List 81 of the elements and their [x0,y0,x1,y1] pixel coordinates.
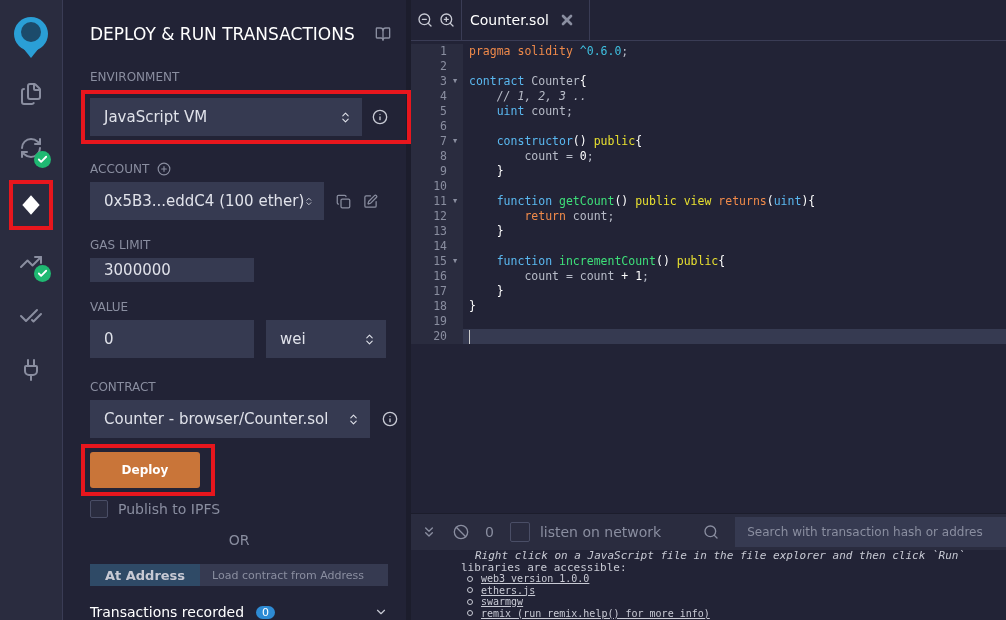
gas-limit-field[interactable]: 3000000 [90,258,254,283]
code-line: count = 0; [523,149,594,164]
line-number: 9 [439,164,447,179]
environment-select[interactable]: JavaScript VM [90,98,362,136]
file-tab[interactable]: Counter.sol [461,0,590,40]
line-number: 6 [439,119,447,134]
updown-icon [363,332,376,346]
updown-icon [339,110,352,124]
code-line: uint count; [495,104,573,119]
line-number: 11 [432,194,447,209]
value-field[interactable]: 0 [90,320,254,359]
code-line: constructor() public{ [495,134,643,149]
line-number: 7 [439,134,447,149]
zoom-in-icon[interactable] [439,12,455,28]
at-address-button[interactable]: At Address [90,564,200,586]
terminal-link[interactable]: web3 version 1.0.0 [481,573,590,585]
docs-icon[interactable] [374,26,391,42]
checkbox-label: Publish to IPFS [118,501,221,518]
line-number: 15 [432,254,447,269]
code-line: contract Counter{ [468,74,587,89]
checkbox[interactable] [509,522,530,542]
text-cursor [469,329,470,344]
line-number: 4 [439,89,447,104]
files-icon [19,82,43,106]
search-field[interactable]: Search with transaction hash or addres [735,517,1006,547]
terminal-link[interactable]: swarmgw [481,596,524,608]
clear-icon[interactable] [453,524,469,540]
code-line: return count; [523,209,615,224]
field-label: CONTRACT [90,380,156,395]
line-number: 13 [432,224,447,239]
tool-button[interactable] [9,180,53,230]
count-badge: 0 [256,605,276,619]
line-number: 19 [432,314,447,329]
line-number: 2 [439,59,447,74]
code-line: pragma solidity ^0.6.0; [468,44,629,59]
code-line: // 1, 2, 3 .. [495,89,587,104]
line-number: 14 [432,239,447,254]
terminal-link[interactable]: remix (run remix.help() for more info) [481,607,710,619]
code-line: } [495,284,504,299]
section-title[interactable]: Transactions recorded [90,604,245,620]
code-line: } [495,224,504,239]
checkbox[interactable] [90,500,108,519]
code-line: } [468,299,476,314]
line-number: 17 [432,284,447,299]
line-number: 1 [439,44,447,59]
unit-select[interactable]: wei [266,320,386,359]
or-text: OR [228,532,250,549]
line-number: 3 [439,74,447,89]
address-field[interactable]: Load contract from Address [200,564,388,586]
line-number: 18 [432,299,447,314]
contract-select[interactable]: Counter - browser/Counter.sol [90,400,370,439]
field-label: ACCOUNT [90,162,150,176]
account-select[interactable]: 0x5B3...eddC4 (100 ether) [90,182,324,220]
panel-title: DEPLOY & RUN TRANSACTIONS [90,24,355,44]
line-number: 10 [432,179,447,194]
line-number: 16 [432,269,447,284]
compile-icon [19,136,43,160]
info-icon[interactable] [382,411,398,428]
code-line: function incrementCount() public{ [495,254,726,269]
code-line: function getCount() public view returns(uint){ [495,194,816,209]
pending-count: 0 [485,524,494,540]
copy-icon[interactable] [336,193,351,209]
checkbox-label: listen on network [539,524,662,540]
line-number: 8 [439,149,447,164]
code-line: count = count + 1; [523,269,650,284]
updown-icon [347,412,360,426]
field-label: VALUE [90,300,129,315]
field-label: GAS LIMIT [90,238,151,252]
edit-icon[interactable] [363,193,378,209]
zoom-out-icon[interactable] [417,12,433,28]
line-number: 12 [432,209,447,224]
info-icon[interactable] [372,109,388,125]
line-number: 20 [432,329,447,344]
code-line: } [495,164,504,179]
line-number: 5 [439,104,447,119]
terminal-text: Right click on a JavaScript file in the file explorer and then click `Run` [474,550,967,562]
terminal-link[interactable]: ethers.js [481,584,536,596]
field-label: ENVIRONMENT [90,70,180,84]
search-icon[interactable] [703,524,720,540]
terminal-text: libraries are accessible: [461,561,627,573]
add-icon[interactable] [157,162,172,176]
